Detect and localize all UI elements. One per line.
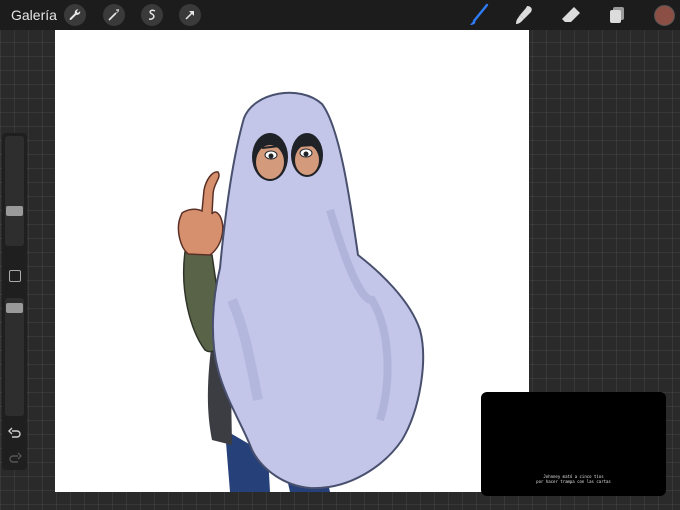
adjustments-button[interactable] — [103, 4, 125, 26]
brush-button[interactable] — [467, 3, 491, 27]
undo-icon[interactable] — [7, 426, 23, 442]
smudge-icon — [516, 6, 532, 24]
selection-button[interactable] — [141, 4, 163, 26]
redo-icon[interactable] — [7, 451, 23, 467]
ghost-character-illustration — [177, 91, 425, 492]
eraser-icon — [562, 7, 580, 22]
transform-arrow-icon — [185, 11, 194, 20]
selection-icon — [148, 9, 156, 20]
brush-icon — [470, 3, 489, 25]
transform-button[interactable] — [179, 4, 201, 26]
top-toolbar: Galería — [0, 0, 680, 30]
gallery-button[interactable]: Galería — [11, 7, 57, 23]
wrench-icon — [69, 9, 81, 20]
caption-popup: Johnney mató a cinco tíos por hacer tram… — [481, 392, 666, 496]
brush-size-slider[interactable] — [5, 136, 24, 246]
eraser-button[interactable] — [559, 3, 583, 27]
opacity-slider[interactable] — [5, 298, 24, 416]
drawing-canvas[interactable] — [55, 30, 529, 492]
hand — [177, 171, 224, 256]
layers-button[interactable] — [605, 3, 629, 27]
actions-wrench-button[interactable] — [64, 4, 86, 26]
magic-wand-icon — [108, 9, 120, 21]
opacity-thumb[interactable] — [6, 302, 23, 313]
layers-icon — [610, 7, 624, 23]
caption-text: Johnney mató a cinco tíos por hacer tram… — [481, 474, 666, 484]
smudge-button[interactable] — [512, 3, 536, 27]
brush-size-thumb[interactable] — [6, 206, 23, 216]
color-picker-swatch[interactable] — [654, 5, 675, 26]
caption-line-2: por hacer trampa con las cartas — [536, 479, 611, 484]
left-sidebar — [2, 133, 27, 470]
modify-button[interactable] — [9, 270, 21, 282]
